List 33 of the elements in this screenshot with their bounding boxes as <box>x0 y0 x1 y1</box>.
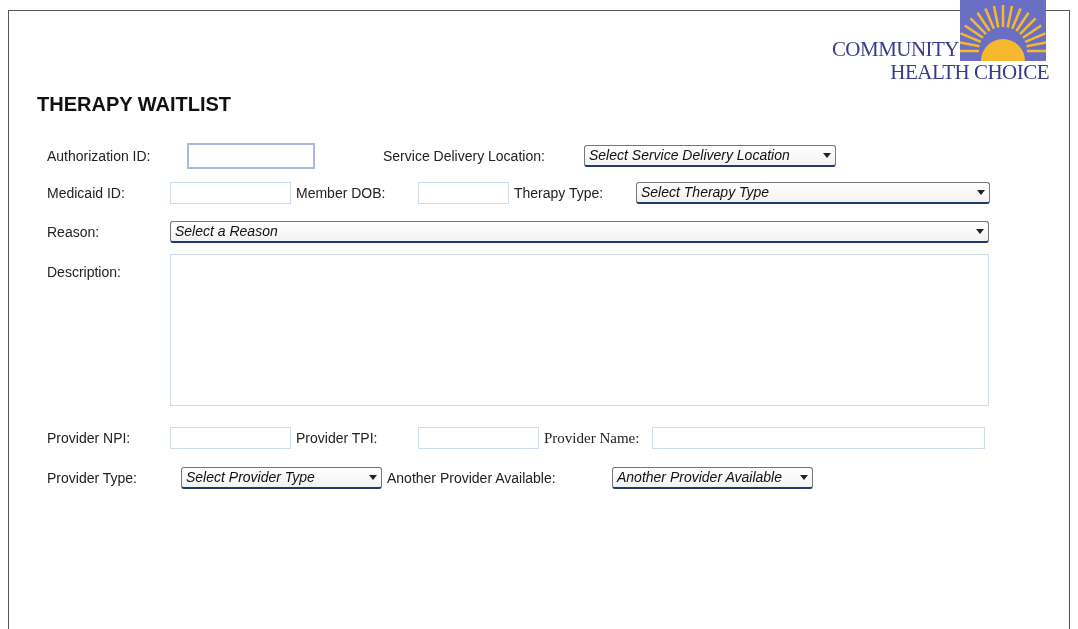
field-label: Provider NPI: <box>47 430 131 446</box>
caret-icon <box>369 475 377 480</box>
input-field[interactable] <box>170 427 291 449</box>
field-label: Authorization ID: <box>47 148 151 164</box>
field-label: Therapy Type: <box>514 184 604 201</box>
dropdown[interactable]: Select Therapy Type <box>636 181 990 204</box>
input-field[interactable] <box>170 181 291 204</box>
field-label: Provider TPI: <box>296 430 378 446</box>
field-label: Description: <box>47 264 121 280</box>
caret-icon <box>977 189 985 195</box>
logo-text: COMMUNITY <box>831 39 959 60</box>
dropdown[interactable]: Select a Reason <box>170 220 989 243</box>
description-field[interactable] <box>170 254 989 406</box>
sun-logo-icon <box>960 0 1046 61</box>
dropdown[interactable]: Select Provider Type <box>181 467 382 489</box>
field-label: Another Provider Available: <box>387 470 556 486</box>
dropdown[interactable]: Another Provider Available <box>612 467 813 489</box>
caret-icon <box>976 228 984 234</box>
field-label: Member DOB: <box>296 184 386 201</box>
caret-icon <box>823 153 831 158</box>
field-label: Service Delivery Location: <box>383 148 545 164</box>
field-label: Provider Type: <box>47 470 137 486</box>
field-label: Medicaid ID: <box>47 184 125 201</box>
input-field[interactable] <box>418 181 509 204</box>
input-field[interactable] <box>418 427 539 449</box>
dropdown[interactable]: Select Service Delivery Location <box>584 145 836 167</box>
input-field[interactable] <box>652 427 985 449</box>
input-field[interactable] <box>187 143 315 169</box>
field-label: Provider Name: <box>544 430 640 446</box>
logo-text: HEALTH CHOICE <box>890 62 1049 83</box>
form-title: THERAPY WAITLIST <box>37 92 233 117</box>
caret-icon <box>800 475 808 480</box>
field-label: Reason: <box>47 223 100 240</box>
